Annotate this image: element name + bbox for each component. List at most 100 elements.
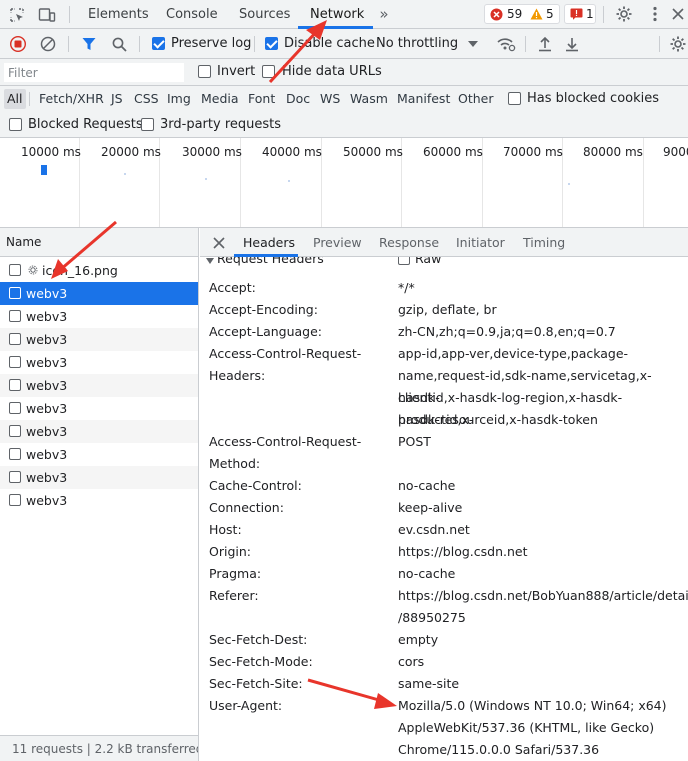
- request-detail-panel: Headers Preview Response Initiator Timin…: [200, 228, 688, 761]
- type-filter-doc[interactable]: Doc: [283, 89, 313, 109]
- preserve-log-checkbox[interactable]: [152, 37, 165, 50]
- request-row[interactable]: webv3: [0, 466, 198, 489]
- request-headers-section-header[interactable]: Request Headers Raw: [200, 257, 688, 267]
- network-overview-timeline[interactable]: 10000 ms 20000 ms 30000 ms 40000 ms 5000…: [0, 138, 688, 228]
- has-blocked-cookies-label: Has blocked cookies: [527, 91, 660, 106]
- network-toolbar: Preserve log Disable cache No throttling: [0, 29, 688, 59]
- type-filter-js[interactable]: JS: [108, 89, 126, 109]
- type-filter-css[interactable]: CSS: [131, 89, 162, 109]
- console-counts-badge[interactable]: 59 5: [484, 4, 560, 24]
- header-value: https://blog.csdn.net: [398, 544, 528, 559]
- header-key: Accept-Encoding:: [209, 302, 318, 317]
- request-row-selected[interactable]: webv3: [0, 282, 198, 305]
- issues-count: 1: [586, 7, 594, 21]
- header-key: Sec-Fetch-Site:: [209, 676, 303, 691]
- gear-icon: [27, 264, 39, 276]
- row-checkbox[interactable]: [9, 402, 21, 414]
- filter-input[interactable]: [4, 63, 184, 82]
- request-activity-dot: [288, 180, 290, 182]
- invert-checkbox[interactable]: [198, 65, 211, 78]
- row-checkbox[interactable]: [9, 425, 21, 437]
- request-row[interactable]: webv3: [0, 305, 198, 328]
- row-checkbox[interactable]: [9, 471, 21, 483]
- has-blocked-cookies-checkbox[interactable]: [508, 92, 521, 105]
- row-checkbox[interactable]: [9, 379, 21, 391]
- collapse-triangle-icon[interactable]: [206, 257, 214, 265]
- header-key: Access-Control-Request-: [209, 346, 362, 361]
- request-activity-dot: [205, 178, 207, 180]
- detail-tab-headers[interactable]: Headers: [243, 228, 295, 257]
- export-har-icon[interactable]: [562, 34, 582, 54]
- close-devtools-icon[interactable]: [668, 4, 688, 24]
- type-filter-media[interactable]: Media: [198, 89, 242, 109]
- third-party-requests-checkbox[interactable]: [141, 118, 154, 131]
- request-row[interactable]: icon_16.png: [0, 259, 198, 282]
- status-summary: 11 requests | 2.2 kB transferred: [12, 742, 198, 756]
- clear-icon[interactable]: [38, 34, 58, 54]
- tab-network[interactable]: Network: [310, 0, 364, 29]
- row-checkbox[interactable]: [9, 448, 21, 460]
- disable-cache-checkbox[interactable]: [265, 37, 278, 50]
- type-filter-font[interactable]: Font: [245, 89, 278, 109]
- stop-recording-icon[interactable]: [8, 34, 28, 54]
- request-row[interactable]: webv3: [0, 397, 198, 420]
- header-key: Method:: [209, 456, 261, 471]
- search-icon[interactable]: [109, 34, 129, 54]
- network-conditions-icon[interactable]: [495, 34, 517, 54]
- header-value: POST: [398, 434, 431, 449]
- more-tabs-icon[interactable]: »: [375, 5, 393, 23]
- tab-sources[interactable]: Sources: [239, 0, 290, 29]
- detail-tab-response[interactable]: Response: [379, 228, 439, 257]
- header-key: Sec-Fetch-Dest:: [209, 632, 308, 647]
- type-filter-wasm[interactable]: Wasm: [347, 89, 391, 109]
- tab-console[interactable]: Console: [166, 0, 218, 29]
- request-name: webv3: [26, 309, 68, 324]
- row-checkbox[interactable]: [9, 333, 21, 345]
- settings-gear-icon[interactable]: [614, 4, 634, 24]
- row-checkbox[interactable]: [9, 287, 21, 299]
- request-row[interactable]: webv3: [0, 328, 198, 351]
- request-row[interactable]: webv3: [0, 489, 198, 512]
- raw-checkbox[interactable]: [398, 257, 410, 265]
- dropdown-arrow-icon[interactable]: [466, 37, 480, 51]
- header-key: Accept-Language:: [209, 324, 323, 339]
- type-filter-other[interactable]: Other: [455, 89, 497, 109]
- error-icon: [489, 7, 503, 21]
- detail-tab-initiator[interactable]: Initiator: [456, 228, 505, 257]
- more-options-icon[interactable]: [645, 4, 665, 24]
- row-checkbox[interactable]: [9, 494, 21, 506]
- request-row[interactable]: webv3: [0, 443, 198, 466]
- type-filter-ws[interactable]: WS: [317, 89, 343, 109]
- type-filter-all[interactable]: All: [4, 89, 26, 109]
- tab-elements[interactable]: Elements: [88, 0, 149, 29]
- throttling-select[interactable]: No throttling: [376, 36, 458, 51]
- blocked-requests-checkbox[interactable]: [9, 118, 22, 131]
- name-column-header[interactable]: Name: [0, 228, 198, 257]
- invert-label: Invert: [217, 64, 256, 79]
- request-row[interactable]: webv3: [0, 351, 198, 374]
- filter-funnel-icon[interactable]: [79, 34, 99, 54]
- timeline-label: 10000 ms: [21, 145, 81, 159]
- detail-tab-preview[interactable]: Preview: [313, 228, 362, 257]
- import-har-icon[interactable]: [535, 34, 555, 54]
- device-toolbar-icon[interactable]: [37, 6, 57, 24]
- warning-icon: [529, 7, 543, 21]
- select-element-icon[interactable]: [8, 6, 26, 24]
- issues-icon: [569, 7, 583, 21]
- type-filter-fetch-xhr[interactable]: Fetch/XHR: [36, 89, 107, 109]
- row-checkbox[interactable]: [9, 356, 21, 368]
- type-filter-img[interactable]: Img: [164, 89, 194, 109]
- issues-badge[interactable]: 1: [564, 4, 596, 24]
- timeline-tick: [643, 138, 644, 227]
- type-filter-manifest[interactable]: Manifest: [394, 89, 453, 109]
- row-checkbox[interactable]: [9, 310, 21, 322]
- request-row[interactable]: webv3: [0, 420, 198, 443]
- header-key: Pragma:: [209, 566, 262, 581]
- error-count: 59: [507, 7, 523, 21]
- hide-data-urls-checkbox[interactable]: [262, 65, 275, 78]
- detail-tab-timing[interactable]: Timing: [523, 228, 565, 257]
- close-detail-icon[interactable]: [211, 235, 227, 251]
- network-settings-gear-icon[interactable]: [668, 34, 688, 54]
- row-checkbox[interactable]: [9, 264, 21, 276]
- request-row[interactable]: webv3: [0, 374, 198, 397]
